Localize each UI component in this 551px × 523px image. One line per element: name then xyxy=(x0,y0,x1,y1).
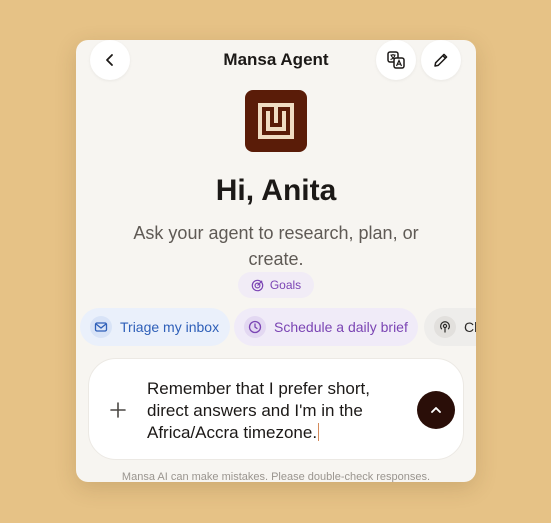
clock-icon xyxy=(248,320,262,334)
translate-icon xyxy=(387,51,405,69)
message-input[interactable]: Remember that I prefer short, direct ans… xyxy=(147,378,409,444)
send-button[interactable] xyxy=(417,391,455,429)
target-icon xyxy=(251,279,264,291)
attach-button[interactable] xyxy=(107,399,129,421)
pencil-icon xyxy=(434,53,448,67)
suggestion-chip-triage-inbox[interactable]: Triage my inbox xyxy=(80,308,230,346)
agent-window: Mansa Agent Hi, Anita Ask your agent to … xyxy=(76,40,476,482)
message-input-text: Remember that I prefer short, direct ans… xyxy=(147,379,370,442)
subtitle: Ask your agent to research, plan, or cre… xyxy=(133,223,419,269)
message-composer: Remember that I prefer short, direct ans… xyxy=(88,358,464,460)
page-title: Mansa Agent xyxy=(223,50,329,69)
suggestion-chip-daily-brief[interactable]: Schedule a daily brief xyxy=(234,308,418,346)
suggestion-chips: Triage my inbox Schedule a daily brief C… xyxy=(76,308,476,346)
goals-chip[interactable]: Goals xyxy=(238,272,314,298)
suggestion-chip-more[interactable]: Ch xyxy=(424,308,476,346)
disclaimer: Mansa AI can make mistakes. Please doubl… xyxy=(121,471,431,482)
mail-icon xyxy=(94,322,108,332)
podcast-icon xyxy=(440,321,450,333)
edit-button[interactable] xyxy=(421,40,461,80)
mansa-logo-icon xyxy=(258,103,294,139)
suggestion-label: Schedule a daily brief xyxy=(274,319,408,335)
chevron-up-icon xyxy=(431,407,441,413)
text-caret xyxy=(318,423,320,441)
plus-icon xyxy=(110,402,126,418)
mansa-logo xyxy=(245,90,307,152)
suggestion-label: Triage my inbox xyxy=(120,319,220,335)
suggestion-label: Ch xyxy=(464,319,476,335)
header: Mansa Agent xyxy=(76,40,476,80)
translate-button[interactable] xyxy=(376,40,416,80)
greeting: Hi, Anita xyxy=(215,174,337,207)
goals-label: Goals xyxy=(269,278,302,292)
